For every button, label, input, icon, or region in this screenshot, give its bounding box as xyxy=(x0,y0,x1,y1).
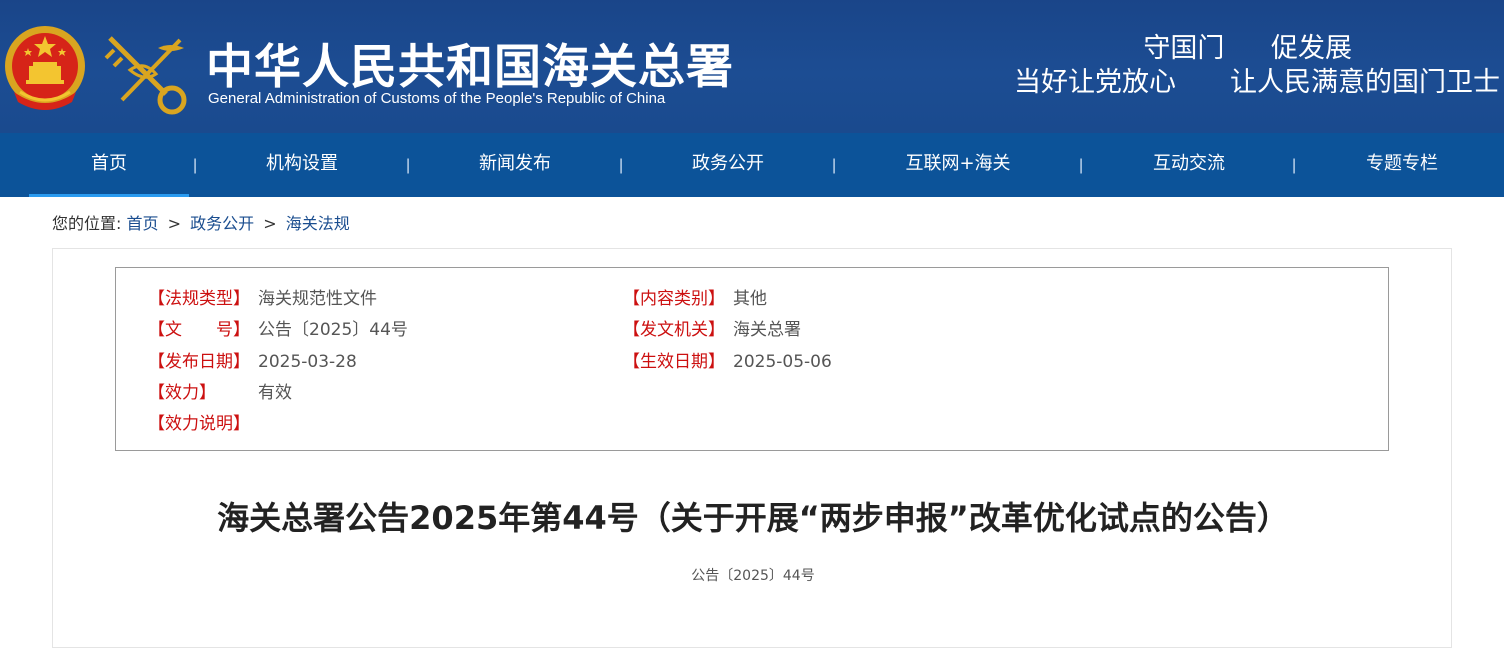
breadcrumb-link-government-affairs[interactable]: 政务公开 xyxy=(190,214,254,233)
breadcrumb-prefix: 您的位置: xyxy=(52,214,122,233)
nav-separator: | xyxy=(832,157,837,174)
slogan-line-2: 当好让党放心 让人民满意的国门卫士 xyxy=(1014,67,1500,98)
nav-item-interaction[interactable]: 互动交流 xyxy=(1109,133,1269,197)
nav-item-internet-customs[interactable]: 互联网+海关 xyxy=(878,133,1038,197)
meta-value: 公告〔2025〕44号 xyxy=(258,320,408,340)
nav-separator: | xyxy=(619,157,624,174)
nav-item-special-topics[interactable]: 专题专栏 xyxy=(1322,133,1482,197)
site-title-cn: 中华人民共和国海关总署 xyxy=(206,40,734,95)
meta-value: 2025-03-28 xyxy=(258,352,357,372)
meta-key: 【文 号】 xyxy=(148,320,250,340)
site-title-en: General Administration of Customs of the… xyxy=(208,90,666,107)
meta-key: 【发布日期】 xyxy=(148,352,250,372)
breadcrumb-separator: > xyxy=(263,214,277,233)
regulation-metadata-box: 【法规类型】 海关规范性文件 【内容类别】 其他 【文 号】 公告〔2025〕4… xyxy=(115,267,1389,451)
nav-item-news[interactable]: 新闻发布 xyxy=(435,133,595,197)
meta-value: 有效 xyxy=(258,383,292,403)
meta-key: 【效力说明】 xyxy=(148,414,250,434)
meta-key: 【法规类型】 xyxy=(148,289,250,309)
main-nav: 首页 | 机构设置 | 新闻发布 | 政务公开 | 互联网+海关 | 互动交流 … xyxy=(0,133,1504,197)
meta-value: 其他 xyxy=(733,289,767,309)
meta-value: 2025-05-06 xyxy=(733,352,832,372)
nav-item-government-affairs[interactable]: 政务公开 xyxy=(648,133,808,197)
meta-key: 【效力】 xyxy=(148,383,216,403)
meta-key: 【生效日期】 xyxy=(623,352,725,372)
customs-key-caduceus-icon xyxy=(104,36,187,115)
national-emblem-icon xyxy=(5,26,85,110)
breadcrumb-link-home[interactable]: 首页 xyxy=(127,214,159,233)
breadcrumb-link-customs-regulations[interactable]: 海关法规 xyxy=(286,214,350,233)
content-panel: 【法规类型】 海关规范性文件 【内容类别】 其他 【文 号】 公告〔2025〕4… xyxy=(52,248,1452,648)
article-title: 海关总署公告2025年第44号（关于开展“两步申报”改革优化试点的公告） xyxy=(217,499,1289,537)
nav-item-organization[interactable]: 机构设置 xyxy=(222,133,382,197)
meta-key: 【内容类别】 xyxy=(623,289,725,309)
site-header-banner: 中华人民共和国海关总署 General Administration of Cu… xyxy=(0,0,1504,133)
nav-separator: | xyxy=(193,157,198,174)
nav-separator: | xyxy=(1079,157,1084,174)
meta-value: 海关总署 xyxy=(733,320,801,340)
nav-separator: | xyxy=(406,157,411,174)
breadcrumb: 您的位置: 首页 > 政务公开 > 海关法规 xyxy=(52,212,350,236)
nav-separator: | xyxy=(1292,157,1297,174)
meta-key: 【发文机关】 xyxy=(623,320,725,340)
breadcrumb-separator: > xyxy=(167,214,182,233)
meta-value: 海关规范性文件 xyxy=(258,289,377,309)
nav-item-home[interactable]: 首页 xyxy=(29,133,189,197)
article-document-number: 公告〔2025〕44号 xyxy=(691,568,815,584)
